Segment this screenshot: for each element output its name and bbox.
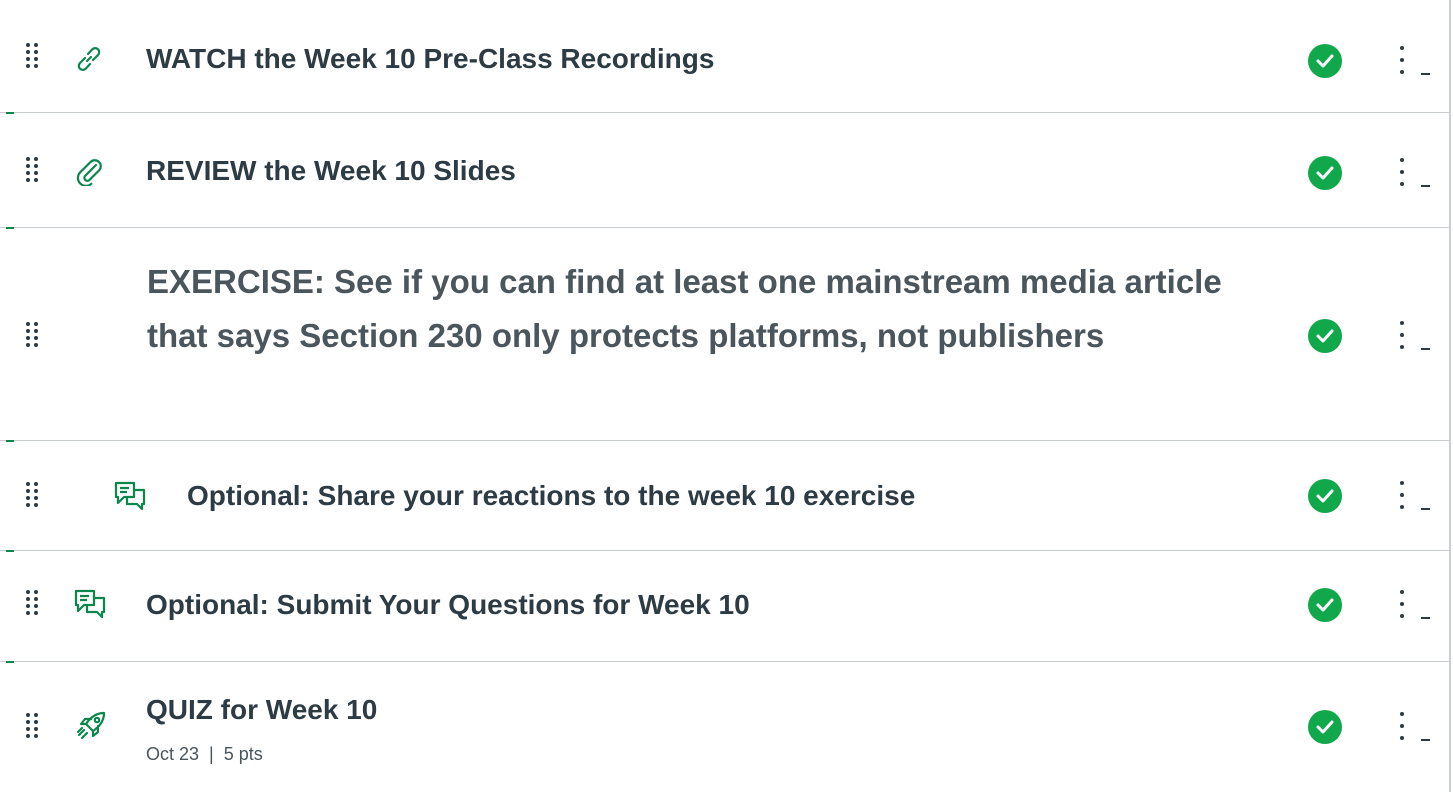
indent-marker xyxy=(1421,73,1430,75)
item-title-text-header: EXERCISE: See if you can find at least o… xyxy=(147,263,1222,354)
link-icon xyxy=(74,44,104,74)
indent-marker xyxy=(1421,617,1430,619)
discussion-icon xyxy=(73,588,106,619)
item-options-menu-button[interactable] xyxy=(1392,44,1412,78)
indent-marker xyxy=(1421,508,1430,510)
due-date: Oct 23 xyxy=(146,744,200,764)
item-title-discussion[interactable]: Optional: Share your reactions to the we… xyxy=(187,479,915,513)
drag-handle-icon[interactable] xyxy=(25,589,43,617)
module-item-slides: REVIEW the Week 10 Slides xyxy=(0,113,1449,229)
indent-marker xyxy=(1421,185,1430,187)
item-title-quiz[interactable]: QUIZ for Week 10 xyxy=(146,693,377,727)
item-title-attachment[interactable]: REVIEW the Week 10 Slides xyxy=(146,154,516,188)
drag-handle-icon[interactable] xyxy=(25,321,43,349)
drag-handle-icon[interactable] xyxy=(25,42,43,70)
points-possible: 5 pts xyxy=(223,744,263,764)
list-right-border xyxy=(1449,0,1451,792)
item-options-menu-button[interactable] xyxy=(1392,710,1412,744)
module-item-reactions-discussion: Optional: Share your reactions to the we… xyxy=(0,441,1449,552)
module-item-exercise-header: EXERCISE: See if you can find at least o… xyxy=(0,228,1449,442)
discussion-icon xyxy=(113,480,146,511)
completed-check-icon xyxy=(1308,710,1342,744)
completed-check-icon xyxy=(1308,319,1342,353)
rocket-icon xyxy=(76,710,106,740)
item-options-menu-button[interactable] xyxy=(1392,588,1412,622)
module-items-list: WATCH the Week 10 Pre-Class Recordings R… xyxy=(0,0,1453,792)
item-title-link[interactable]: WATCH the Week 10 Pre-Class Recordings xyxy=(146,42,714,76)
module-item-quiz: QUIZ for Week 10 Oct 23 | 5 pts xyxy=(0,662,1449,792)
details-separator: | xyxy=(209,744,214,764)
item-title-discussion[interactable]: Optional: Submit Your Questions for Week… xyxy=(146,588,750,622)
module-item-questions-discussion: Optional: Submit Your Questions for Week… xyxy=(0,551,1449,663)
indent-marker xyxy=(1421,348,1430,350)
indent-marker xyxy=(1421,739,1430,741)
drag-handle-icon[interactable] xyxy=(25,156,43,184)
item-options-menu-button[interactable] xyxy=(1392,156,1412,190)
item-options-menu-button[interactable] xyxy=(1392,479,1412,513)
completed-check-icon xyxy=(1308,588,1342,622)
paperclip-icon xyxy=(74,156,104,186)
completed-check-icon xyxy=(1308,156,1342,190)
module-item-recordings: WATCH the Week 10 Pre-Class Recordings xyxy=(0,0,1449,114)
drag-handle-icon[interactable] xyxy=(25,481,43,509)
completed-check-icon xyxy=(1308,479,1342,513)
completed-check-icon xyxy=(1308,44,1342,78)
drag-handle-icon[interactable] xyxy=(25,712,43,740)
quiz-details: Oct 23 | 5 pts xyxy=(146,744,263,765)
item-options-menu-button[interactable] xyxy=(1392,319,1412,353)
